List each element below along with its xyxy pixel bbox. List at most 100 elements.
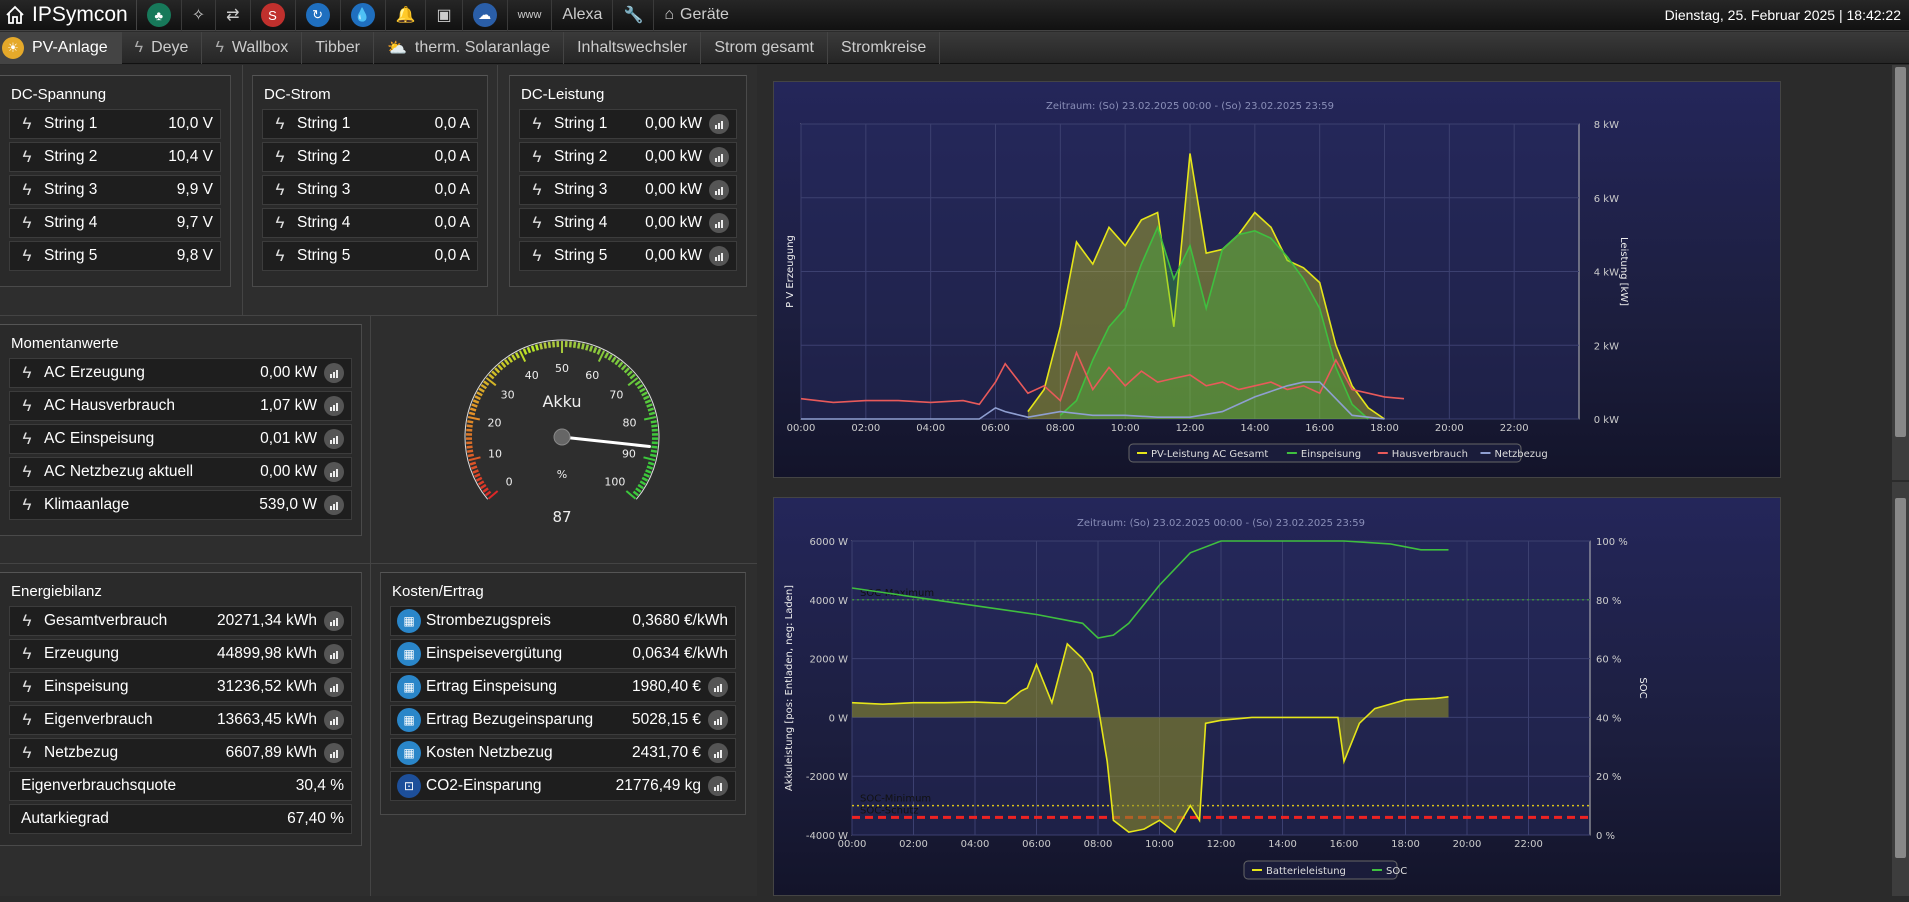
legend-item[interactable]: Batterieleistung bbox=[1266, 866, 1346, 877]
chart-icon[interactable] bbox=[709, 213, 729, 233]
bell-nav-button[interactable]: 🔔 bbox=[386, 0, 427, 31]
sync-nav-button[interactable]: ↻ bbox=[296, 0, 341, 31]
chart-icon[interactable] bbox=[324, 644, 344, 664]
list-item[interactable]: ϟString 10,00 kW bbox=[519, 109, 737, 139]
legend-item[interactable]: Hausverbrauch bbox=[1392, 449, 1468, 460]
row-value: 0,00 kW bbox=[645, 247, 709, 265]
list-item[interactable]: ϟEinspeisung31236,52 kWh bbox=[9, 672, 352, 702]
list-item[interactable]: ϟAC Einspeisung0,01 kW bbox=[9, 424, 352, 454]
scrollbar-thumb[interactable] bbox=[1895, 67, 1906, 437]
scrollbar-top[interactable] bbox=[1892, 65, 1909, 480]
list-item[interactable]: ϟString 40,0 A bbox=[262, 208, 478, 238]
chart-icon[interactable] bbox=[324, 429, 344, 449]
list-item[interactable]: ϟString 59,8 V bbox=[9, 241, 221, 271]
scrollbar-bottom[interactable] bbox=[1892, 482, 1909, 896]
list-item[interactable]: ϟString 20,0 A bbox=[262, 142, 478, 172]
www-nav-button[interactable]: www bbox=[508, 0, 553, 31]
tab-tibber[interactable]: Tibber bbox=[302, 32, 374, 64]
scrollbar-thumb[interactable] bbox=[1895, 498, 1906, 858]
gauge-tick bbox=[644, 417, 656, 419]
chart-icon[interactable] bbox=[324, 677, 344, 697]
list-item[interactable]: ϟString 50,0 A bbox=[262, 241, 478, 271]
chart-icon[interactable] bbox=[709, 180, 729, 200]
switch-nav-button[interactable]: ⇄ bbox=[216, 0, 250, 31]
gauge-tick bbox=[586, 345, 588, 351]
list-item[interactable]: ϟString 10,0 A bbox=[262, 109, 478, 139]
list-item[interactable]: ϟString 39,9 V bbox=[9, 175, 221, 205]
legend-item[interactable]: SOC bbox=[1386, 866, 1407, 877]
water-nav-button[interactable]: 💧 bbox=[341, 0, 386, 31]
list-item[interactable]: ϟKlimaanlage539,0 W bbox=[9, 490, 352, 520]
chart-icon[interactable] bbox=[324, 462, 344, 482]
robot-nav-button[interactable]: ▣ bbox=[426, 0, 462, 31]
list-item[interactable]: ϟString 50,00 kW bbox=[519, 241, 737, 271]
chart-icon[interactable] bbox=[324, 363, 344, 383]
chart-icon[interactable] bbox=[708, 677, 728, 697]
alexa-nav-button[interactable]: Alexa bbox=[552, 0, 613, 31]
row-label: String 5 bbox=[44, 247, 177, 265]
list-item[interactable]: ϟString 110,0 V bbox=[9, 109, 221, 139]
list-item[interactable]: ϟString 210,4 V bbox=[9, 142, 221, 172]
gauge-tick-label: 60 bbox=[585, 369, 599, 382]
list-item[interactable]: ▦Einspeisevergütung0,0634 €/kWh bbox=[390, 639, 736, 669]
list-item[interactable]: ϟAC Hausverbrauch1,07 kW bbox=[9, 391, 352, 421]
akku-gauge: 0102030405060708090100 Akku % 87 bbox=[420, 317, 710, 557]
list-item[interactable]: ϟString 49,7 V bbox=[9, 208, 221, 238]
gauge-tick bbox=[651, 451, 657, 452]
list-item[interactable]: ▦Strombezugspreis0,3680 €/kWh bbox=[390, 606, 736, 636]
gauge-tick bbox=[628, 371, 632, 375]
chart-icon[interactable] bbox=[324, 743, 344, 763]
list-item[interactable]: ϟAC Erzeugung0,00 kW bbox=[9, 358, 352, 388]
list-item[interactable]: Autarkiegrad67,40 % bbox=[9, 804, 352, 834]
list-item[interactable]: ⊡CO2-Einsparung21776,49 kg bbox=[390, 771, 736, 801]
list-item[interactable]: ϟNetzbezug6607,89 kWh bbox=[9, 738, 352, 768]
tab-strom-gesamt[interactable]: Strom gesamt bbox=[701, 32, 828, 64]
list-item[interactable]: ▦Ertrag Einspeisung1980,40 € bbox=[390, 672, 736, 702]
row-value: 30,4 % bbox=[296, 777, 351, 795]
home-brand[interactable]: IPSymcon bbox=[0, 0, 137, 31]
tools-nav-button[interactable]: 🔧 bbox=[613, 0, 654, 31]
tab-therm-solaranlage[interactable]: ⛅therm. Solaranlage bbox=[374, 32, 564, 64]
list-item[interactable]: ϟErzeugung44899,98 kWh bbox=[9, 639, 352, 669]
list-item[interactable]: ϟString 30,0 A bbox=[262, 175, 478, 205]
chart-icon[interactable] bbox=[324, 710, 344, 730]
tab-wallbox[interactable]: ϟWallbox bbox=[202, 32, 302, 64]
chart-icon[interactable] bbox=[324, 611, 344, 631]
chart-icon[interactable] bbox=[708, 776, 728, 796]
y-tick-label-right: 60 % bbox=[1596, 655, 1621, 666]
chart-icon[interactable] bbox=[324, 495, 344, 515]
row-value: 0,00 kW bbox=[645, 148, 709, 166]
tree-nav-button[interactable]: ♣ bbox=[137, 0, 182, 31]
bolt-icon: ϟ bbox=[263, 114, 297, 134]
list-item[interactable]: ϟString 20,00 kW bbox=[519, 142, 737, 172]
list-item[interactable]: ϟAC Netzbezug aktuell0,00 kW bbox=[9, 457, 352, 487]
list-item[interactable]: ▦Kosten Netzbezug2431,70 € bbox=[390, 738, 736, 768]
s-nav-button[interactable]: S bbox=[251, 0, 296, 31]
chart-icon[interactable] bbox=[709, 114, 729, 134]
chart-icon[interactable] bbox=[709, 147, 729, 167]
x-tick-label: 04:00 bbox=[961, 839, 990, 850]
list-item[interactable]: ϟGesamtverbrauch20271,34 kWh bbox=[9, 606, 352, 636]
light-nav-button[interactable]: ✧ bbox=[182, 0, 216, 31]
calculator-icon: ▦ bbox=[397, 675, 421, 699]
tab-deye[interactable]: ϟDeye bbox=[122, 32, 203, 64]
geraete-nav-button[interactable]: ⌂Geräte bbox=[654, 0, 739, 31]
list-item[interactable]: ϟString 40,00 kW bbox=[519, 208, 737, 238]
chart-icon[interactable] bbox=[708, 743, 728, 763]
kosten-ertrag-panel: Kosten/Ertrag ▦Strombezugspreis0,3680 €/… bbox=[380, 572, 746, 815]
tab-inhaltswechsler[interactable]: Inhaltswechsler bbox=[564, 32, 701, 64]
row-value: 10,0 V bbox=[168, 115, 220, 133]
tab-stromkreise[interactable]: Stromkreise bbox=[828, 32, 940, 64]
legend-item[interactable]: Einspeisung bbox=[1301, 449, 1361, 460]
list-item[interactable]: Eigenverbrauchsquote30,4 % bbox=[9, 771, 352, 801]
chart-icon[interactable] bbox=[709, 246, 729, 266]
tab-pv-anlage[interactable]: ☀PV-Anlage bbox=[0, 32, 122, 64]
legend-item[interactable]: Netzbezug bbox=[1495, 449, 1548, 460]
list-item[interactable]: ϟString 30,00 kW bbox=[519, 175, 737, 205]
list-item[interactable]: ϟEigenverbrauch13663,45 kWh bbox=[9, 705, 352, 735]
chart-icon[interactable] bbox=[324, 396, 344, 416]
chart-icon[interactable] bbox=[708, 710, 728, 730]
legend-item[interactable]: PV-Leistung AC Gesamt bbox=[1151, 449, 1268, 460]
weather-nav-button[interactable]: ☁ bbox=[463, 0, 508, 31]
list-item[interactable]: ▦Ertrag Bezugeinsparung5028,15 € bbox=[390, 705, 736, 735]
